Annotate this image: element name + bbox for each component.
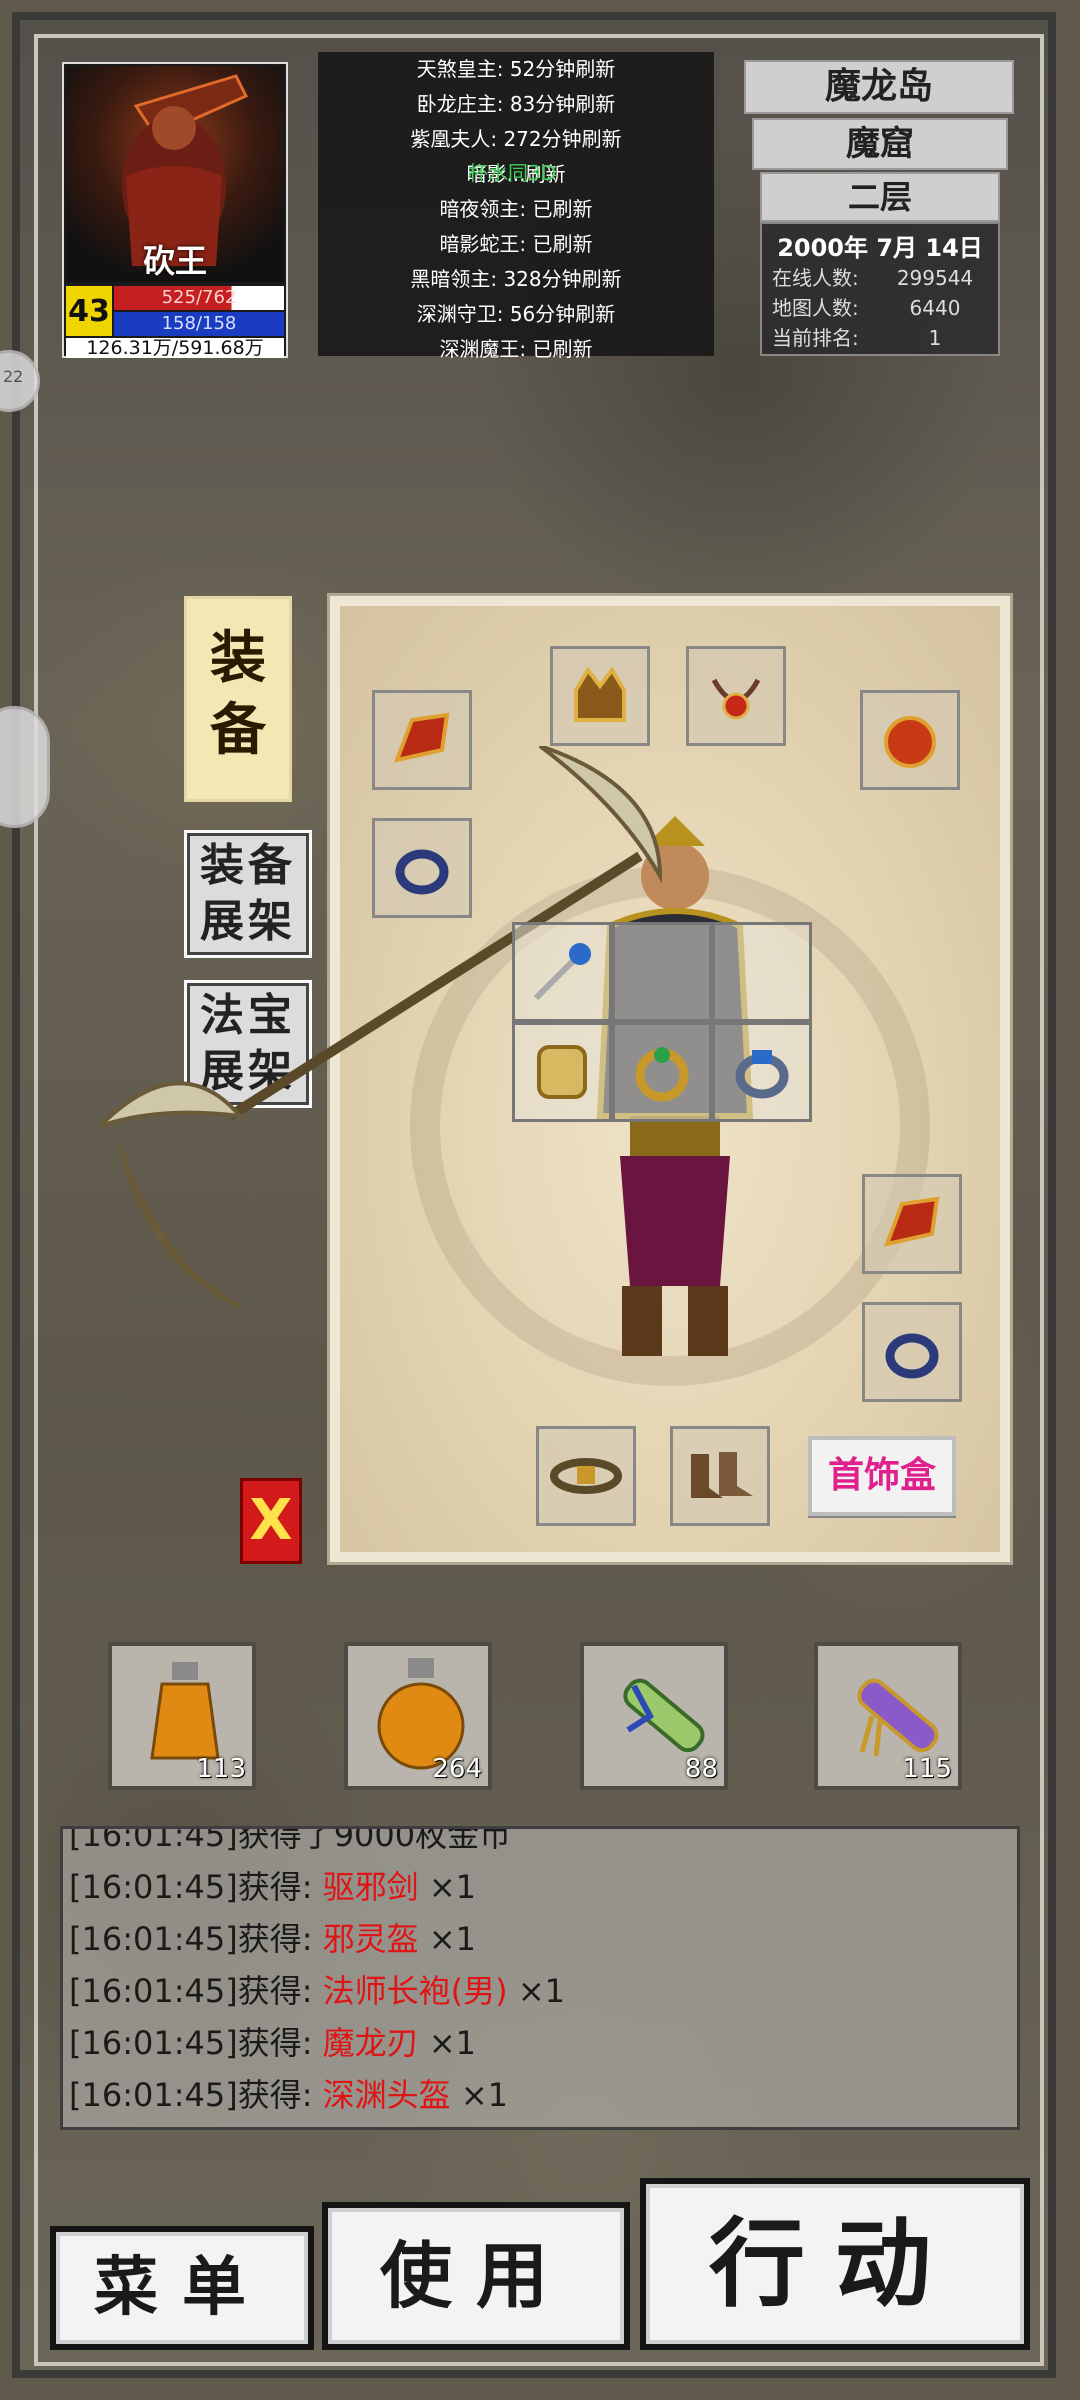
log-line: [16:01:45]获得: 法师长袍(男) ×1 xyxy=(63,1965,1017,2017)
slot-orb[interactable] xyxy=(860,690,960,790)
floating-assistant-bubble[interactable] xyxy=(0,706,50,828)
bracelet-icon xyxy=(635,1047,689,1102)
slot-medal[interactable] xyxy=(712,922,812,1022)
log-time: [16:01:45]获得: xyxy=(69,1920,323,1958)
stat-row: 当前排名: 1 xyxy=(762,323,998,353)
map-island-name: 魔龙岛 xyxy=(744,60,1014,114)
boss-refresh-line: 深渊魔王: 已刷新 xyxy=(439,337,593,361)
slot-gauntlet[interactable] xyxy=(512,1022,612,1122)
boss-refresh-line: 紫凰夫人: 272分钟刷新 xyxy=(410,127,622,151)
game-date: 2000年 7月 14日 xyxy=(777,234,983,262)
stat-row: 地图人数: 6440 xyxy=(762,293,998,323)
gauntlet-icon xyxy=(537,1045,587,1099)
log-time: [16:01:45]获得: xyxy=(69,1868,323,1906)
slot-armor[interactable] xyxy=(612,922,712,1022)
slot-ring-right[interactable] xyxy=(862,1302,962,1402)
map-floor-name: 二层 xyxy=(760,172,1000,222)
belt-icon xyxy=(550,1458,622,1494)
boss-refresh-list: 天煞皇主: 52分钟刷新 卧龙庄主: 83分钟刷新 紫凰夫人: 272分钟刷新 暗影.… xyxy=(318,52,714,367)
log-line: [16:01:45]获得: 深渊头盔 ×1 xyxy=(63,2069,1017,2121)
stat-value: 1 xyxy=(928,326,942,350)
stat-label: 当前排名: xyxy=(772,326,859,350)
log-time: [16:01:45]获得: xyxy=(69,1972,323,2010)
use-button[interactable]: 使用 xyxy=(322,2202,630,2350)
stat-value: 6440 xyxy=(909,296,961,320)
quick-slot-small-potion[interactable]: 113 xyxy=(108,1642,256,1790)
action-button[interactable]: 行动 xyxy=(640,2178,1030,2350)
slot-ring-center[interactable] xyxy=(712,1022,812,1122)
player-name: 砍王 xyxy=(142,242,207,280)
log-qty: ×1 xyxy=(418,2024,477,2062)
boss-refresh-panel[interactable]: 天煞皇主: 52分钟刷新 卧龙庄主: 83分钟刷新 紫凰夫人: 272分钟刷新 暗影.… xyxy=(318,52,714,361)
world-info-panel: 2000年 7月 14日 在线人数: 299544 地图人数: 6440 当前排… xyxy=(760,222,1000,356)
close-button[interactable]: X xyxy=(240,1478,302,1564)
slot-bracelet[interactable] xyxy=(612,1022,712,1122)
bracer-icon xyxy=(393,712,450,763)
item-count: 88 xyxy=(684,1754,718,1784)
boss-refresh-line: 深渊守卫: 56分钟刷新 xyxy=(416,302,616,326)
item-count: 115 xyxy=(902,1754,952,1784)
necklace-icon xyxy=(711,678,761,720)
log-qty: ×1 xyxy=(418,1920,477,1958)
log-item-name: 邪灵盔 xyxy=(322,1920,419,1958)
log-time: [16:01:45]获得: xyxy=(69,2024,323,2062)
log-qty: ×1 xyxy=(418,1868,477,1906)
slot-weapon[interactable] xyxy=(512,922,612,1022)
orb-scepter-icon xyxy=(533,943,591,1001)
log-time: [16:01:45]获得: xyxy=(69,2076,323,2114)
exp-text: 126.31万/591.68万 xyxy=(66,338,284,358)
stat-label: 地图人数: xyxy=(772,296,859,320)
log-item-name: 魔龙刃 xyxy=(322,2024,419,2062)
log-line: [16:01:45]获得: 魔龙刃 ×1 xyxy=(63,2017,1017,2069)
slot-bracer-right[interactable] xyxy=(862,1174,962,1274)
ring-icon xyxy=(735,1050,789,1099)
log-line: [16:01:45]获得: 驱邪剑 ×1 xyxy=(63,1861,1017,1913)
boss-refresh-line: 暗影蛇王: 已刷新 xyxy=(439,232,593,256)
quick-slot-scroll-green[interactable]: 88 xyxy=(580,1642,728,1790)
quick-slot-scroll-purple[interactable]: 115 xyxy=(814,1642,962,1790)
slot-belt[interactable] xyxy=(536,1426,636,1526)
boss-refresh-line: 暗夜领主: 已刷新 xyxy=(439,197,593,221)
orb-icon xyxy=(884,716,936,768)
ring-icon xyxy=(885,1333,939,1379)
stat-row: 在线人数: 299544 xyxy=(762,263,998,293)
log-qty: ×1 xyxy=(450,2076,509,2114)
helmet-icon xyxy=(574,666,626,722)
equipment-panel xyxy=(100,596,1010,1562)
mp-bar: 158/158 xyxy=(114,312,284,336)
message-log[interactable]: [16:01:45]获得了9000枚金币 [16:01:45]获得: 驱邪剑 ×… xyxy=(60,1826,1020,2130)
stat-value: 299544 xyxy=(896,266,974,290)
log-item-name: 深渊头盔 xyxy=(322,2076,451,2114)
slot-necklace[interactable] xyxy=(686,646,786,746)
log-qty: ×1 xyxy=(507,1972,565,2010)
player-card[interactable]: 砍王 43 525/762 158/158 126.31万/591.68万 xyxy=(62,62,288,358)
boss-refresh-line: 黑暗领主: 328分钟刷新 xyxy=(410,267,622,291)
floating-badge-count: 22 xyxy=(3,367,24,386)
log-item-name: 驱邪剑 xyxy=(322,1868,419,1906)
log-line-partial: [16:01:45]获得了9000枚金币 xyxy=(69,1826,512,1854)
bracer-icon xyxy=(883,1196,940,1247)
boss-refresh-line: 天煞皇主: 52分钟刷新 xyxy=(416,57,616,81)
item-count: 113 xyxy=(196,1754,246,1784)
map-area-name: 魔窟 xyxy=(752,118,1008,170)
player-level: 43 xyxy=(66,286,112,336)
quick-slot-large-potion[interactable]: 264 xyxy=(344,1642,492,1790)
slot-bracer-left[interactable] xyxy=(372,690,472,790)
slot-ring-left[interactable] xyxy=(372,818,472,918)
hp-bar: 525/762 xyxy=(114,286,284,310)
jewelry-box-button[interactable]: 首饰盒 xyxy=(808,1436,956,1516)
item-count: 264 xyxy=(432,1754,482,1784)
boss-refresh-line: 卧龙庄主: 83分钟刷新 xyxy=(416,92,616,116)
ring-icon xyxy=(395,849,449,895)
menu-button[interactable]: 菜单 xyxy=(50,2226,314,2350)
stat-label: 在线人数: xyxy=(772,266,859,290)
boss-overlay-text: 杯水同3D xyxy=(468,161,557,185)
log-item-name: 法师长袍(男) xyxy=(322,1972,508,2010)
slot-boots[interactable] xyxy=(670,1426,770,1526)
small-potion-icon xyxy=(150,1662,220,1760)
boots-icon xyxy=(691,1452,753,1498)
log-line: [16:01:45]获得: 邪灵盔 ×1 xyxy=(63,1913,1017,1965)
slot-helmet[interactable] xyxy=(550,646,650,746)
